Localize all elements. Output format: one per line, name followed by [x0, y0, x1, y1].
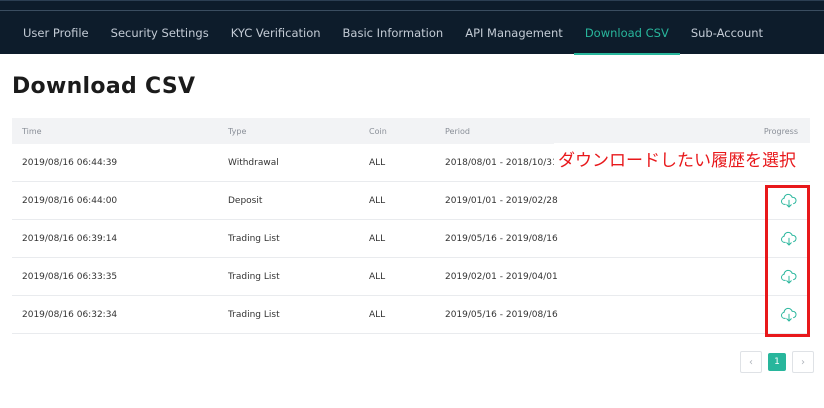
table-row: 2019/08/16 06:33:35 Trading List ALL 201… [12, 258, 810, 296]
tab-kyc-verification[interactable]: KYC Verification [220, 11, 332, 55]
cell-period: 2019/05/16 - 2019/08/16 [445, 233, 558, 244]
cell-time: 2019/08/16 06:44:39 [22, 157, 118, 168]
cell-coin: ALL [369, 271, 386, 282]
cell-period: 2019/02/01 - 2019/04/01 [445, 271, 558, 282]
annotation-callout: ダウンロードしたい履歴を選択 [554, 143, 816, 173]
cell-type: Trading List [228, 309, 280, 320]
cell-period: 2019/01/01 - 2019/02/28 [445, 195, 558, 206]
prev-page-button[interactable]: ‹ [740, 351, 762, 373]
tab-basic-information[interactable]: Basic Information [332, 11, 455, 55]
page-1-button[interactable]: 1 [768, 353, 786, 371]
cell-type: Withdrawal [228, 157, 279, 168]
cell-period: 2019/05/16 - 2019/08/16 [445, 309, 558, 320]
header-type: Type [228, 126, 247, 136]
cell-time: 2019/08/16 06:32:34 [22, 309, 118, 320]
cell-coin: ALL [369, 309, 386, 320]
next-page-button[interactable]: › [792, 351, 814, 373]
tab-sub-account[interactable]: Sub-Account [680, 11, 774, 55]
table-row: 2019/08/16 06:44:00 Deposit ALL 2019/01/… [12, 182, 810, 220]
table-row: 2019/08/16 06:32:34 Trading List ALL 201… [12, 296, 810, 334]
tab-download-csv[interactable]: Download CSV [573, 11, 680, 55]
tab-security-settings[interactable]: Security Settings [100, 11, 220, 55]
cell-type: Trading List [228, 233, 280, 244]
cell-coin: ALL [369, 195, 386, 206]
header-period: Period [445, 126, 470, 136]
header-coin: Coin [369, 126, 387, 136]
header-time: Time [22, 126, 42, 136]
cell-coin: ALL [369, 233, 386, 244]
pagination: ‹ 1 › [740, 351, 814, 373]
cell-type: Deposit [228, 195, 263, 206]
tab-user-profile[interactable]: User Profile [12, 11, 100, 55]
cell-time: 2019/08/16 06:44:00 [22, 195, 118, 206]
table-header: Time Type Coin Period Progress [12, 118, 810, 144]
cell-coin: ALL [369, 157, 386, 168]
cell-time: 2019/08/16 06:39:14 [22, 233, 118, 244]
header-progress: Progress [763, 126, 798, 136]
cell-type: Trading List [228, 271, 280, 282]
tab-api-management[interactable]: API Management [454, 11, 574, 55]
cell-time: 2019/08/16 06:33:35 [22, 271, 118, 282]
account-tabs: User Profile Security Settings KYC Verif… [12, 11, 774, 55]
annotation-highlight-box [765, 185, 810, 337]
top-navigation-bar: User Profile Security Settings KYC Verif… [0, 0, 824, 55]
table-row: 2019/08/16 06:39:14 Trading List ALL 201… [12, 220, 810, 258]
page-title: Download CSV [12, 74, 196, 99]
